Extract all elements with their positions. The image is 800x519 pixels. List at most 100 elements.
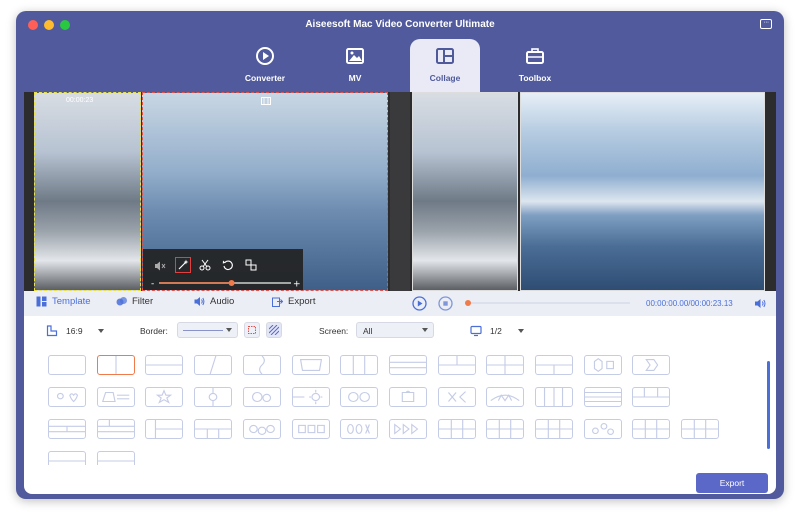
template-thumbnail[interactable] bbox=[583, 387, 622, 407]
tab-mv-label: MV bbox=[348, 73, 362, 83]
app-window: Aiseesoft Mac Video Converter Ultimate ·… bbox=[16, 11, 784, 499]
template-thumbnail[interactable] bbox=[340, 419, 379, 439]
template-thumbnail[interactable] bbox=[340, 387, 379, 407]
chat-icon[interactable]: ··· bbox=[760, 19, 772, 29]
template-thumbnail[interactable] bbox=[583, 355, 622, 375]
template-thumbnail[interactable] bbox=[632, 355, 671, 375]
template-thumbnail[interactable] bbox=[340, 355, 379, 375]
collage-cell-left[interactable]: 00:00:23 bbox=[34, 92, 141, 291]
template-thumbnail[interactable] bbox=[486, 419, 525, 439]
border-color-button[interactable] bbox=[244, 322, 260, 338]
rotate-icon[interactable] bbox=[222, 259, 234, 271]
tab-export[interactable]: Export bbox=[272, 296, 315, 307]
template-thumbnail[interactable] bbox=[486, 355, 525, 375]
tab-export-label: Export bbox=[288, 296, 316, 307]
template-thumbnail[interactable] bbox=[194, 419, 233, 439]
export-button[interactable]: Export bbox=[696, 473, 768, 493]
border-label: Border: bbox=[140, 326, 168, 336]
tool-strip: Template Filter Audio Export 00:00:00.00… bbox=[24, 291, 776, 316]
preview-divider bbox=[390, 92, 410, 291]
template-thumbnail[interactable] bbox=[48, 355, 86, 375]
filter-icon bbox=[116, 297, 127, 306]
template-thumbnail[interactable] bbox=[48, 451, 86, 465]
page-indicator: 1/2 bbox=[490, 326, 502, 336]
converter-icon bbox=[256, 47, 274, 65]
template-thumbnail[interactable] bbox=[291, 355, 330, 375]
template-options: 16:9 Border: Screen: All 1/2 bbox=[24, 321, 776, 343]
template-thumbnail[interactable] bbox=[145, 419, 184, 439]
template-thumbnail[interactable] bbox=[145, 387, 184, 407]
template-scrollbar[interactable] bbox=[767, 361, 770, 449]
template-thumbnail[interactable] bbox=[48, 387, 86, 407]
template-thumbnail[interactable] bbox=[145, 355, 184, 375]
clip-edit-toolbar: - + bbox=[143, 249, 303, 290]
template-grid bbox=[48, 355, 748, 465]
aspect-ratio-dropdown[interactable] bbox=[98, 329, 104, 333]
settings-panel: Template Filter Audio Export 00:00:00.00… bbox=[24, 291, 776, 494]
template-thumbnail[interactable] bbox=[242, 387, 281, 407]
template-thumbnail[interactable] bbox=[194, 387, 233, 407]
tab-mv[interactable]: MV bbox=[320, 39, 390, 92]
playback-time: 00:00:00.00/00:00:23.13 bbox=[646, 299, 733, 308]
template-thumbnail[interactable] bbox=[194, 355, 233, 375]
template-thumbnail[interactable] bbox=[437, 355, 476, 375]
tab-toolbox[interactable]: Toolbox bbox=[500, 39, 570, 92]
output-cell-right bbox=[520, 92, 765, 291]
border-style-select[interactable] bbox=[177, 322, 238, 338]
collage-cell-right[interactable]: - + bbox=[142, 92, 388, 291]
page-dropdown[interactable] bbox=[518, 329, 524, 333]
template-thumbnail[interactable] bbox=[681, 419, 720, 439]
template-thumbnail[interactable] bbox=[242, 355, 281, 375]
screen-select-value: All bbox=[363, 326, 373, 336]
template-thumbnail[interactable] bbox=[632, 387, 671, 407]
volume-icon[interactable] bbox=[754, 297, 767, 310]
template-thumbnail[interactable] bbox=[388, 355, 427, 375]
tab-converter[interactable]: Converter bbox=[230, 39, 300, 92]
template-thumbnail[interactable] bbox=[632, 419, 671, 439]
tab-converter-label: Converter bbox=[244, 73, 286, 83]
template-thumbnail[interactable] bbox=[96, 419, 135, 439]
template-thumbnail[interactable] bbox=[535, 387, 573, 407]
stop-icon[interactable] bbox=[438, 296, 453, 311]
tab-collage-label: Collage bbox=[429, 73, 461, 83]
template-thumbnail[interactable] bbox=[242, 419, 281, 439]
monitor-icon bbox=[470, 325, 482, 337]
template-thumbnail[interactable] bbox=[486, 387, 525, 407]
tab-template[interactable]: Template bbox=[36, 296, 91, 307]
tab-toolbox-label: Toolbox bbox=[518, 73, 552, 83]
template-thumbnail[interactable] bbox=[96, 451, 135, 465]
collage-preview: 00:00:23 - + bbox=[24, 92, 776, 291]
play-icon[interactable] bbox=[412, 296, 427, 311]
audio-icon bbox=[194, 297, 205, 306]
template-thumbnail[interactable] bbox=[96, 355, 135, 375]
film-icon bbox=[261, 97, 271, 105]
scissors-icon[interactable] bbox=[199, 259, 211, 271]
template-thumbnail[interactable] bbox=[291, 387, 330, 407]
tab-audio[interactable]: Audio bbox=[194, 296, 234, 307]
toolbox-icon bbox=[526, 48, 544, 64]
mute-icon[interactable] bbox=[154, 260, 166, 272]
template-thumbnail[interactable] bbox=[437, 419, 476, 439]
template-thumbnail[interactable] bbox=[583, 419, 622, 439]
screen-select[interactable]: All bbox=[356, 322, 434, 338]
template-thumbnail[interactable] bbox=[48, 419, 86, 439]
template-thumbnail[interactable] bbox=[96, 387, 135, 407]
tab-filter-label: Filter bbox=[132, 296, 154, 307]
aspect-ratio-icon bbox=[46, 325, 58, 337]
template-thumbnail[interactable] bbox=[437, 387, 476, 407]
swap-icon[interactable] bbox=[245, 259, 257, 271]
tab-collage[interactable]: Collage bbox=[410, 39, 480, 92]
magic-wand-button[interactable] bbox=[175, 257, 191, 273]
template-thumbnail[interactable] bbox=[535, 419, 573, 439]
template-thumbnail[interactable] bbox=[291, 419, 330, 439]
template-icon bbox=[36, 296, 47, 307]
template-thumbnail[interactable] bbox=[388, 419, 427, 439]
border-pattern-button[interactable] bbox=[266, 322, 282, 338]
template-thumbnail[interactable] bbox=[388, 387, 427, 407]
template-thumbnail[interactable] bbox=[535, 355, 573, 375]
tab-filter[interactable]: Filter bbox=[116, 296, 153, 307]
volume-slider[interactable]: - + bbox=[151, 279, 301, 287]
window-title: Aiseesoft Mac Video Converter Ultimate bbox=[305, 19, 495, 30]
playback-progress[interactable] bbox=[464, 298, 634, 308]
mv-icon bbox=[346, 48, 364, 64]
